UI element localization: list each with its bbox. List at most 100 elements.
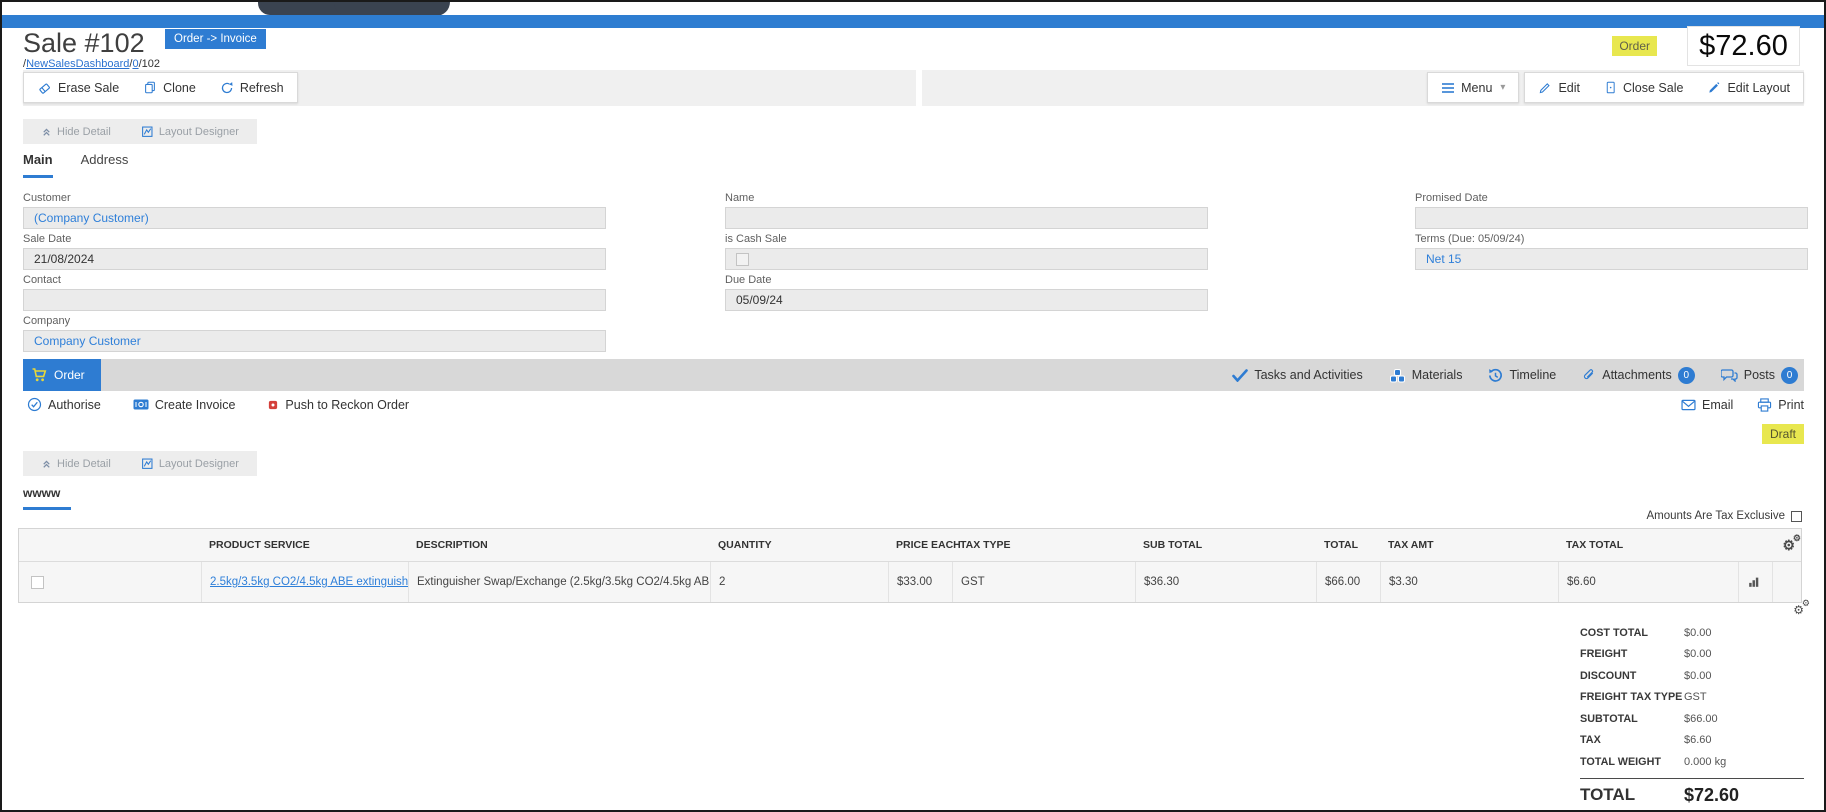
breadcrumb-dashboard-link[interactable]: NewSalesDashboard <box>26 58 129 70</box>
order-actions-right: Email Print <box>1681 398 1804 412</box>
layout-designer-icon <box>141 125 154 138</box>
terms-field[interactable]: Net 15 <box>1415 248 1808 270</box>
is-cash-sale-field <box>725 248 1208 270</box>
cost-total-value: $0.00 <box>1684 627 1804 639</box>
hide-detail-button[interactable]: Hide Detail <box>41 458 111 470</box>
total-weight-value: 0.000 kg <box>1684 756 1804 768</box>
push-to-reckon-label: Push to Reckon Order <box>285 398 409 412</box>
totals-row-cost-total: COST TOTAL $0.00 <box>1580 622 1804 644</box>
tab-main[interactable]: Main <box>23 152 53 178</box>
hide-detail-button[interactable]: Hide Detail <box>41 126 111 138</box>
totals-settings-gears-icon[interactable]: ⚙ <box>1793 603 1804 617</box>
totals-row-discount: DISCOUNT $0.00 <box>1580 665 1804 687</box>
is-cash-sale-checkbox[interactable] <box>736 253 749 266</box>
toolbar-left-band: Erase Sale Clone Refresh <box>23 70 916 106</box>
layout-designer-button[interactable]: Layout Designer <box>141 125 239 138</box>
close-sale-label: Close Sale <box>1623 81 1683 95</box>
email-button[interactable]: Email <box>1681 398 1733 412</box>
breadcrumb: /NewSalesDashboard/0/102 <box>23 58 160 70</box>
is-cash-sale-field-group: is Cash Sale <box>725 233 1208 270</box>
tax-exclusive-checkbox[interactable] <box>1791 511 1802 522</box>
attachments-link[interactable]: Attachments 0 <box>1582 367 1694 384</box>
toolbar-left-group: Erase Sale Clone Refresh <box>23 72 298 103</box>
print-button[interactable]: Print <box>1757 398 1804 412</box>
menu-button[interactable]: Menu ▾ <box>1441 81 1505 95</box>
name-label: Name <box>725 192 1208 204</box>
company-label: Company <box>23 315 606 327</box>
line-items-header: PRODUCT SERVICE DESCRIPTION QUANTITY PRI… <box>19 529 1801 562</box>
tasks-and-activities-link[interactable]: Tasks and Activities <box>1232 368 1362 382</box>
eraser-icon <box>37 80 52 95</box>
grand-total-row: TOTAL $72.60 <box>1580 779 1804 812</box>
name-field[interactable] <box>725 207 1208 229</box>
page-title: Sale #102 <box>23 28 145 59</box>
select-column-header <box>19 529 201 561</box>
layout-designer-label: Layout Designer <box>159 126 239 138</box>
timeline-link[interactable]: Timeline <box>1488 368 1556 383</box>
order-section-bar: Order Tasks and Activities Materials Tim… <box>23 359 1804 391</box>
product-link[interactable]: 2.5kg/3.5kg CO2/4.5kg ABE extinguisher <box>210 576 408 588</box>
row-tax-amt-cell: $3.30 <box>1380 562 1558 602</box>
workflow-badge: Order -> Invoice <box>165 29 266 49</box>
posts-link[interactable]: Posts 0 <box>1721 367 1798 384</box>
banknote-icon <box>133 398 149 411</box>
menu-group: Menu ▾ <box>1427 72 1519 103</box>
authorise-button[interactable]: Authorise <box>27 397 101 412</box>
col-quantity: QUANTITY <box>710 529 888 561</box>
customer-field[interactable]: (Company Customer) <box>23 207 606 229</box>
create-invoice-button[interactable]: Create Invoice <box>133 397 236 412</box>
check-icon <box>1232 369 1248 382</box>
bar-chart-icon[interactable] <box>1747 575 1761 589</box>
is-cash-sale-label: is Cash Sale <box>725 233 1208 245</box>
promised-date-field[interactable] <box>1415 207 1808 229</box>
layout-designer-button[interactable]: Layout Designer <box>141 457 239 470</box>
tab-wwww[interactable]: wwww <box>23 486 71 510</box>
col-total: TOTAL <box>1316 529 1380 561</box>
menu-label: Menu <box>1461 81 1492 95</box>
company-field[interactable]: Company Customer <box>23 330 606 352</box>
terms-label: Terms (Due: 05/09/24) <box>1415 233 1808 245</box>
clone-button[interactable]: Clone <box>143 80 196 95</box>
close-sale-button[interactable]: Close Sale <box>1604 80 1683 95</box>
edit-layout-button[interactable]: Edit Layout <box>1707 80 1790 95</box>
col-product-service: PRODUCT SERVICE <box>201 529 408 561</box>
speech-bubbles-icon <box>1721 368 1738 382</box>
row-product-cell: 2.5kg/3.5kg CO2/4.5kg ABE extinguisher <box>201 562 408 602</box>
tab-address[interactable]: Address <box>81 152 129 178</box>
total-weight-label: TOTAL WEIGHT <box>1580 756 1684 768</box>
order-bar-links: Tasks and Activities Materials Timeline … <box>1232 359 1798 391</box>
due-date-field[interactable]: 05/09/24 <box>725 289 1208 311</box>
contact-field-group: Contact <box>23 274 606 311</box>
materials-link[interactable]: Materials <box>1389 368 1463 383</box>
row-tax-type-cell: GST <box>952 562 1135 602</box>
totals-panel: COST TOTAL $0.00 FREIGHT $0.00 DISCOUNT … <box>1580 622 1804 812</box>
table-settings-cell: ⚙ <box>1772 529 1801 561</box>
promised-date-field-group: Promised Date <box>1415 192 1808 229</box>
terms-field-group: Terms (Due: 05/09/24) Net 15 <box>1415 233 1808 270</box>
row-quantity-cell: 2 <box>710 562 888 602</box>
refresh-button[interactable]: Refresh <box>220 81 284 95</box>
col-tax-total: TAX TOTAL <box>1558 529 1738 561</box>
row-checkbox[interactable] <box>31 576 44 589</box>
hide-detail-label: Hide Detail <box>57 458 111 470</box>
spacer-column-header <box>1738 529 1772 561</box>
layout-designer-label: Layout Designer <box>159 458 239 470</box>
tax-label: TAX <box>1580 734 1684 746</box>
push-to-reckon-button[interactable]: Push to Reckon Order <box>267 397 409 412</box>
totals-row-total-weight: TOTAL WEIGHT 0.000 kg <box>1580 751 1804 773</box>
order-tab-label: Order <box>54 368 85 382</box>
discount-value: $0.00 <box>1684 670 1804 682</box>
hamburger-icon <box>1441 82 1455 94</box>
row-spacer-cell <box>1772 562 1801 602</box>
table-settings-gears-icon[interactable]: ⚙ <box>1782 538 1795 552</box>
form-column-3: Promised Date Terms (Due: 05/09/24) Net … <box>1415 192 1808 274</box>
draft-status-chip: Draft <box>1762 424 1804 444</box>
customer-field-group: Customer (Company Customer) <box>23 192 606 229</box>
order-tab[interactable]: Order <box>23 359 101 391</box>
tax-exclusive-label: Amounts Are Tax Exclusive <box>1647 510 1786 522</box>
sale-date-field[interactable]: 21/08/2024 <box>23 248 606 270</box>
contact-field[interactable] <box>23 289 606 311</box>
order-action-row: Authorise Create Invoice Push to Reckon … <box>23 391 1804 418</box>
edit-button[interactable]: Edit <box>1538 80 1580 95</box>
erase-sale-button[interactable]: Erase Sale <box>37 80 119 95</box>
